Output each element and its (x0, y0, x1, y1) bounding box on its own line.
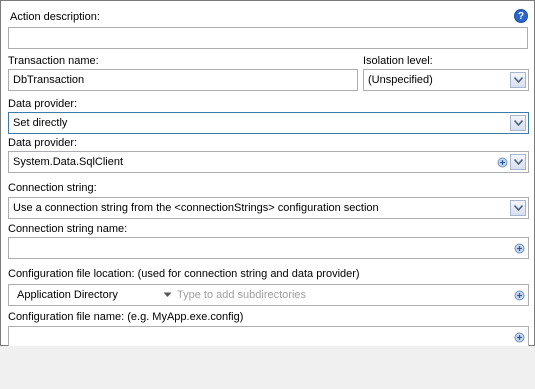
chevron-down-icon[interactable] (510, 154, 526, 170)
chevron-down-icon[interactable] (163, 292, 172, 298)
action-description-input[interactable] (8, 27, 528, 49)
config-file-name-label: Configuration file name: (e.g. MyApp.exe… (8, 311, 244, 323)
add-variable-icon[interactable] (514, 290, 525, 301)
data-provider-mode-label: Data provider: (8, 98, 78, 110)
isolation-level-select[interactable]: (Unspecified) (363, 69, 529, 91)
chevron-down-icon[interactable] (510, 200, 526, 216)
transaction-name-label: Transaction name: (8, 55, 99, 67)
add-variable-icon[interactable] (514, 332, 525, 343)
action-description-label: Action description: (10, 11, 100, 23)
data-provider-select[interactable]: System.Data.SqlClient (8, 151, 529, 173)
add-variable-icon[interactable] (497, 157, 508, 168)
add-variable-icon[interactable] (514, 243, 525, 254)
config-file-location-value[interactable]: Application Directory (13, 285, 118, 305)
window-background (0, 346, 535, 389)
subdirectory-input[interactable]: Type to add subdirectories (177, 287, 526, 303)
config-file-location-field[interactable]: Application Directory Type to add subdir… (8, 284, 529, 306)
chevron-down-icon[interactable] (510, 72, 526, 88)
data-provider-mode-select[interactable]: Set directly (8, 112, 529, 134)
config-file-name-input[interactable] (8, 326, 529, 348)
action-properties-panel: ? Action description: Transaction name: … (0, 0, 535, 348)
chevron-down-icon[interactable] (510, 115, 526, 131)
connection-string-select[interactable]: Use a connection string from the <connec… (8, 197, 529, 219)
transaction-name-input[interactable]: DbTransaction (8, 69, 358, 91)
isolation-level-label: Isolation level: (363, 55, 433, 67)
connection-string-name-input[interactable] (8, 237, 529, 259)
connection-string-name-label: Connection string name: (8, 223, 128, 235)
data-provider-label: Data provider: (8, 137, 78, 149)
connection-string-label: Connection string: (8, 182, 97, 194)
config-file-location-label: Configuration file location: (used for c… (8, 268, 360, 280)
help-icon[interactable]: ? (514, 9, 528, 23)
